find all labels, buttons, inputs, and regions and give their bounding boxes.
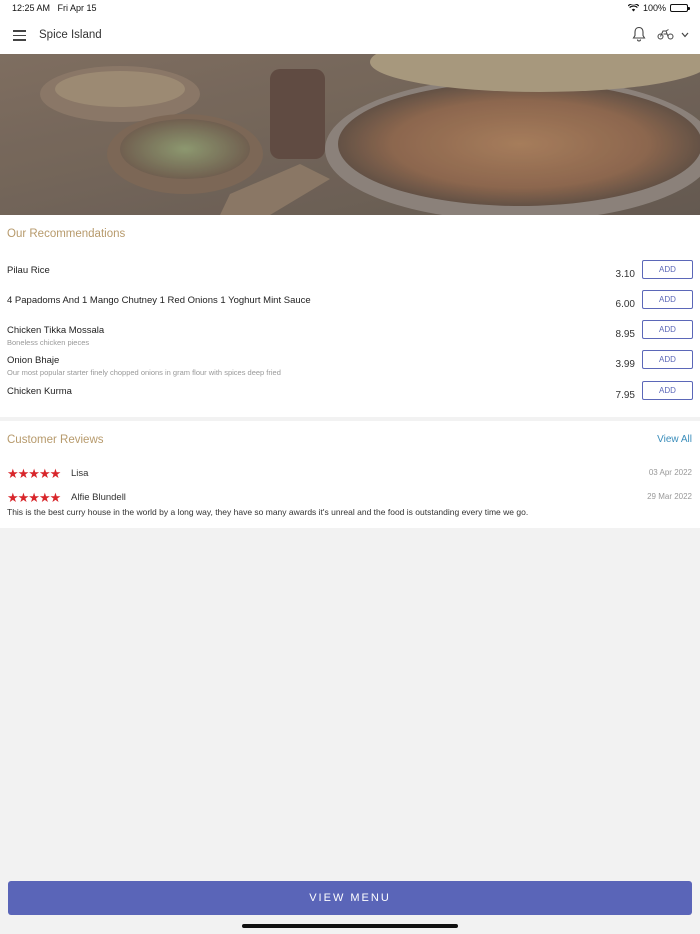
item-name: Chicken Kurma (7, 386, 72, 397)
review-date: 29 Mar 2022 (647, 492, 692, 501)
menu-item: Chicken Tikka Mossala Boneless chicken p… (0, 320, 700, 353)
hero-food-image (0, 54, 700, 215)
add-button[interactable]: ADD (642, 320, 693, 339)
item-price: 3.10 (615, 269, 635, 280)
view-all-link[interactable]: View All (657, 434, 692, 445)
reviewer-name: Lisa (71, 468, 89, 479)
item-description: Our most popular starter finely chopped … (7, 368, 281, 377)
add-button[interactable]: ADD (642, 290, 693, 309)
review-text: This is the best curry house in the worl… (7, 507, 529, 517)
battery-icon (670, 4, 690, 12)
add-button[interactable]: ADD (642, 381, 693, 400)
bell-icon[interactable] (632, 26, 646, 42)
menu-item: Chicken Kurma 7.95 ADD (0, 381, 700, 414)
add-button[interactable]: ADD (642, 350, 693, 369)
star-rating: ★★★★★ (7, 466, 61, 481)
menu-item: 4 Papadoms And 1 Mango Chutney 1 Red Oni… (0, 290, 700, 323)
reviews-section: Customer Reviews View All ★★★★★ Lisa 03 … (0, 421, 700, 528)
status-right: 100% (627, 3, 690, 13)
item-price: 8.95 (615, 329, 635, 340)
reviews-title: Customer Reviews (7, 434, 104, 446)
top-bar: Spice Island (0, 17, 700, 54)
review-date: 03 Apr 2022 (648, 468, 692, 477)
recommendations-section: Our Recommendations Pilau Rice 3.10 ADD … (0, 215, 700, 417)
item-description: Boneless chicken pieces (7, 338, 90, 347)
recommendations-title: Our Recommendations (7, 228, 126, 240)
menu-item: Onion Bhaje Our most popular starter fin… (0, 350, 700, 383)
item-price: 7.95 (615, 390, 635, 401)
scooter-icon[interactable] (657, 28, 674, 40)
reviewer-name: Alfie Blundell (71, 492, 126, 503)
add-button[interactable]: ADD (642, 260, 693, 279)
item-name: 4 Papadoms And 1 Mango Chutney 1 Red Oni… (7, 295, 311, 306)
status-time-date: 12:25 AM Fri Apr 15 (12, 3, 97, 13)
wifi-icon (627, 4, 639, 12)
item-name: Chicken Tikka Mossala (7, 325, 105, 336)
item-price: 3.99 (615, 359, 635, 370)
status-bar: 12:25 AM Fri Apr 15 100% (0, 0, 700, 17)
menu-icon[interactable] (13, 30, 26, 41)
star-rating: ★★★★★ (7, 490, 61, 505)
home-indicator (242, 924, 458, 928)
view-menu-button[interactable]: VIEW MENU (8, 881, 692, 915)
app-title: Spice Island (39, 29, 102, 41)
item-name: Onion Bhaje (7, 355, 60, 366)
battery-percent: 100% (642, 3, 666, 13)
chevron-down-icon[interactable] (681, 32, 689, 38)
menu-item: Pilau Rice 3.10 ADD (0, 260, 700, 293)
item-price: 6.00 (615, 299, 635, 310)
item-name: Pilau Rice (7, 265, 50, 276)
